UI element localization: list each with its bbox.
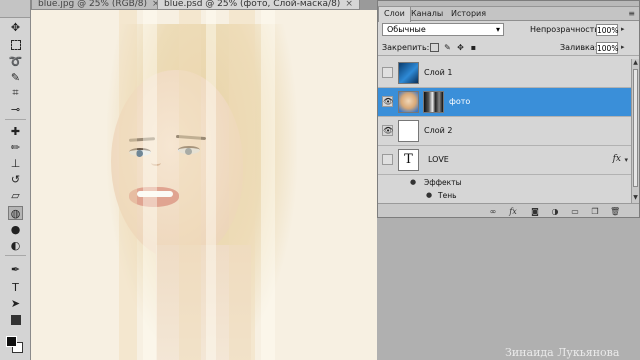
spot-healing-tool-icon[interactable]: ✚ [8,124,23,138]
fill-slider-arrow-icon[interactable]: ▸ [621,43,625,51]
move-tool-icon[interactable]: ✥ [8,20,23,34]
fill-input[interactable]: 100% [596,42,618,54]
scroll-down-icon[interactable]: ▼ [632,194,639,201]
eraser-tool-icon[interactable]: ▱ [8,188,23,202]
blend-mode-select[interactable]: Обычные ▾ [382,23,504,36]
visibility-toggle[interactable] [382,154,393,165]
dodge-tool-icon[interactable]: ◐ [8,238,23,252]
layer-name: Слой 2 [424,126,453,135]
eye-icon[interactable]: ● [410,178,419,186]
tool-separator [5,119,26,120]
tab-channels[interactable]: Каналы [406,7,448,21]
doc-tab-label: blue.jpg @ 25% (RGB/8) [38,0,148,9]
mask-stripe [179,10,201,360]
layer-thumbnail [398,91,419,113]
layer-thumbnail [398,120,419,142]
quick-selection-tool-icon[interactable]: ✎ [8,70,23,84]
mask-icon[interactable]: ◙ [530,207,540,216]
scroll-up-icon[interactable]: ▲ [632,59,639,66]
layer-row-sloi-1[interactable]: Слой 1 [378,59,631,88]
layer-mask-thumbnail[interactable] [423,91,444,113]
lock-pixels-icon[interactable]: ✎ [443,43,452,52]
layer-name: Слой 1 [424,68,453,77]
mask-stripe [206,10,216,360]
type-layer-thumbnail: T [398,149,419,171]
layers-scrollbar[interactable]: ▲ ▼ [631,59,639,203]
layer-row-sloi-2[interactable]: 👁 Слой 2 [378,117,631,146]
document-tab-bar: blue.jpg @ 25% (RGB/8) × blue.psd @ 25% (… [31,0,377,10]
doc-tab-blue-jpg[interactable]: blue.jpg @ 25% (RGB/8) × [31,0,167,10]
layer-row-foto[interactable]: 👁 фото [378,88,631,117]
folder-icon[interactable]: ▭ [570,207,580,216]
effect-shadow-row[interactable]: ● Тень [378,189,631,202]
mask-stripe [229,10,255,360]
fx-icon[interactable]: fx [613,154,621,164]
mask-stripe [261,10,275,360]
blend-opacity-row: Обычные ▾ Непрозрачность: 100% ▸ [378,22,639,38]
opacity-label: Непрозрачность: [530,25,602,34]
new-layer-icon[interactable]: ❐ [590,207,600,216]
author-watermark: Зинаида Лукьянова [505,346,620,359]
eyedropper-tool-icon[interactable]: ⊸ [8,102,23,116]
document-canvas[interactable] [31,10,377,360]
effects-label: Эффекты [424,178,462,187]
doc-tab-label: blue.psd @ 25% (фото, Слой-маска/8) [164,0,341,9]
shape-tool-icon[interactable] [8,313,23,327]
fill-label: Заливка: [560,43,598,52]
link-icon[interactable]: ∞ [488,207,498,216]
blur-tool-icon[interactable]: ● [8,222,23,236]
close-icon[interactable]: × [345,0,353,9]
scroll-thumb[interactable] [633,69,638,187]
mask-stripe [119,10,137,360]
opacity-input[interactable]: 100% [596,24,618,36]
layers-panel: Слои Каналы История ≡ Обычные ▾ Непрозра… [377,0,640,218]
tools-panel: ✥ ➰ ✎ ⌗ ⊸ ✚ ✏ ⊥ ↺ ▱ ◍ ● ◐ ✒ T ➤ [0,0,31,360]
panel-bottom-bar: ∞ fx ◙ ◑ ▭ ❐ 🗑 [378,203,639,217]
adjustment-icon[interactable]: ◑ [550,207,560,216]
lasso-tool-icon[interactable]: ➰ [8,54,23,68]
effect-shadow-label: Тень [438,191,457,200]
opacity-slider-arrow-icon[interactable]: ▸ [621,25,625,33]
chevron-down-icon: ▾ [495,25,500,34]
paint-bucket-tool-icon[interactable]: ◍ [8,206,23,220]
mask-stripe [143,10,157,360]
blend-mode-value: Обычные [387,25,426,34]
visibility-toggle[interactable] [382,67,393,78]
tab-history[interactable]: История [446,7,491,21]
panel-tabs: Слои Каналы История ≡ [378,7,639,22]
layer-name: LOVE [428,155,449,164]
tools-panel-grip[interactable] [0,0,30,18]
clone-stamp-tool-icon[interactable]: ⊥ [8,156,23,170]
chevron-down-icon[interactable]: ▾ [624,156,628,164]
fx-icon[interactable]: fx [508,207,518,216]
eye-icon[interactable]: 👁 [382,96,393,107]
effects-row[interactable]: ● Эффекты [378,176,631,189]
lock-position-icon[interactable]: ✥ [456,43,465,52]
layer-thumbnail [398,62,419,84]
eye-icon[interactable]: 👁 [382,125,393,136]
path-selection-tool-icon[interactable]: ➤ [8,296,23,310]
marquee-tool-icon[interactable] [8,38,23,52]
panel-menu-icon[interactable]: ≡ [628,9,635,18]
type-tool-icon[interactable]: T [8,280,23,294]
history-brush-tool-icon[interactable]: ↺ [8,172,23,186]
layer-row-love[interactable]: T LOVE fx ▾ [378,146,631,175]
trash-icon[interactable]: 🗑 [610,207,620,216]
tool-separator [5,255,26,256]
doc-tab-blue-psd[interactable]: blue.psd @ 25% (фото, Слой-маска/8) × [157,0,360,10]
lock-transparent-icon[interactable] [430,43,439,52]
lock-label: Закрепить: [382,43,430,52]
brush-tool-icon[interactable]: ✏ [8,140,23,154]
foreground-color-swatch[interactable] [6,336,17,347]
eye-icon[interactable]: ● [426,191,435,199]
pen-tool-icon[interactable]: ✒ [8,262,23,276]
layer-name: фото [449,97,471,106]
lock-fill-row: Закрепить: ✎ ✥ ▪ Заливка: 100% ▸ [378,40,639,56]
lock-all-icon[interactable]: ▪ [469,43,478,52]
crop-tool-icon[interactable]: ⌗ [8,86,23,100]
layers-list: Слой 1 👁 фото 👁 Слой 2 T LOVE fx ▾ ● Эфф… [378,59,631,203]
